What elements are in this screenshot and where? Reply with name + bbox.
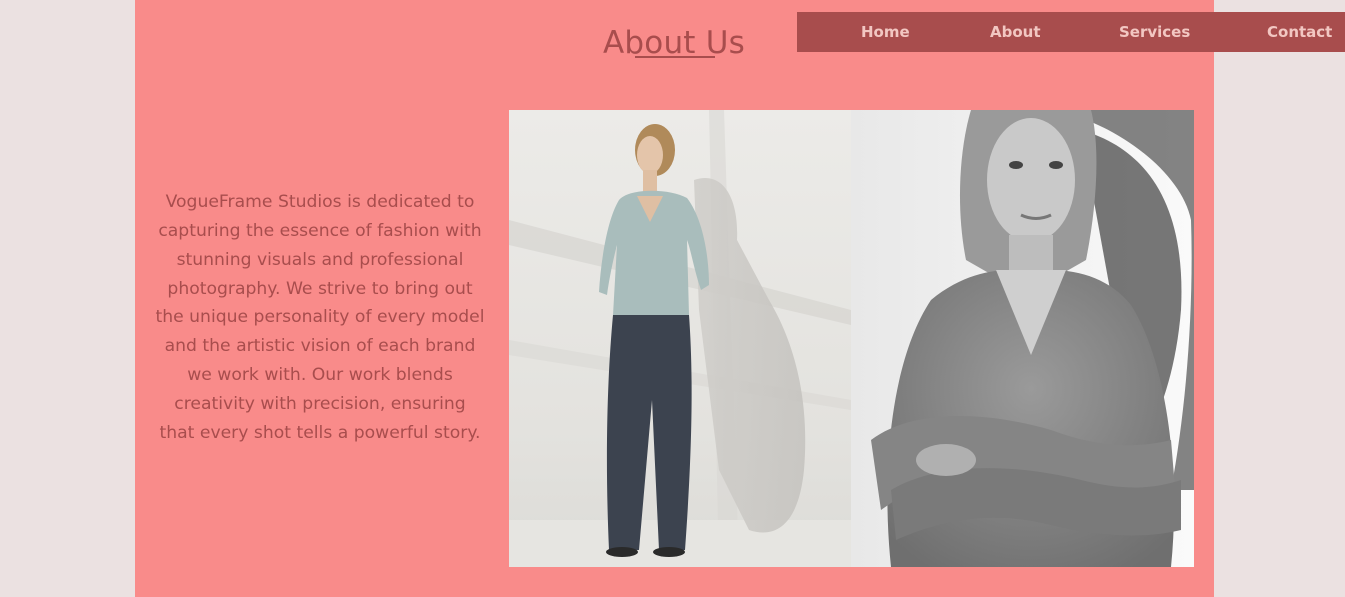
title-underline — [635, 56, 715, 58]
page: About Us Home About Services Contact Vog… — [0, 0, 1345, 597]
nav-item-services[interactable]: Services — [1119, 12, 1190, 52]
nav-item-home[interactable]: Home — [861, 12, 910, 52]
model-arms-crossed-photo — [851, 110, 1194, 567]
main-nav: Home About Services Contact — [797, 12, 1345, 52]
nav-item-contact[interactable]: Contact — [1267, 12, 1332, 52]
about-description: VogueFrame Studios is dedicated to captu… — [155, 192, 485, 443]
nav-item-about[interactable]: About — [990, 12, 1041, 52]
model-standing-photo — [509, 110, 851, 567]
